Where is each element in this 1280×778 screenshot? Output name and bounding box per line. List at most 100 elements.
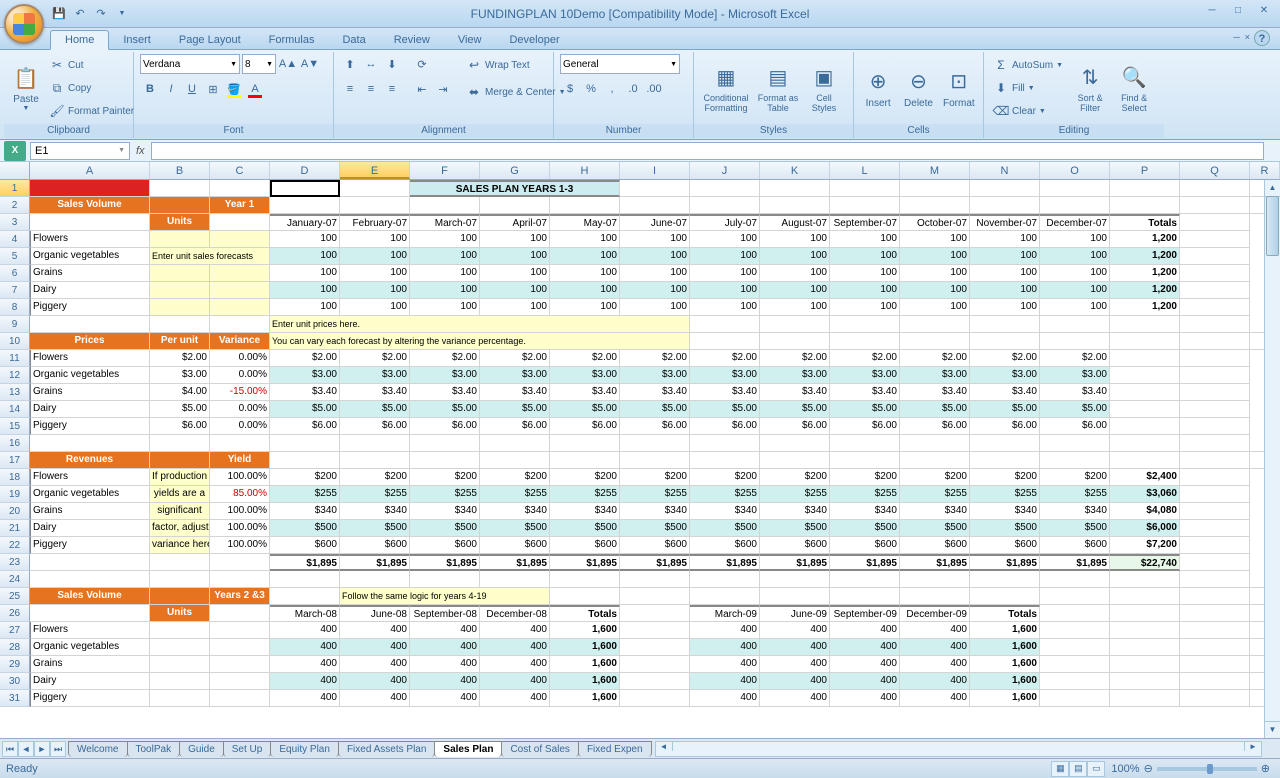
cell[interactable]: $5.00 [410, 401, 480, 418]
cell[interactable] [30, 180, 150, 197]
cell[interactable] [210, 316, 270, 333]
conditional-formatting-button[interactable]: ▦Conditional Formatting [700, 54, 752, 120]
row-header[interactable]: 27 [0, 622, 30, 639]
cell[interactable]: 400 [690, 656, 760, 673]
cell[interactable] [620, 622, 690, 639]
cell[interactable]: 100 [550, 282, 620, 299]
cell[interactable]: $200 [550, 469, 620, 486]
cell[interactable] [210, 435, 270, 452]
zoom-out-button[interactable]: ⊖ [1144, 762, 1153, 775]
cell[interactable] [1180, 197, 1250, 214]
cell[interactable]: 400 [830, 690, 900, 707]
cell[interactable]: 100 [1040, 299, 1110, 316]
cell[interactable]: 100 [410, 282, 480, 299]
cell[interactable] [1180, 486, 1250, 503]
col-header[interactable]: M [900, 162, 970, 179]
cell[interactable] [1040, 435, 1110, 452]
font-size-combo[interactable]: 8▼ [242, 54, 276, 74]
cell[interactable]: 100 [270, 265, 340, 282]
cell[interactable]: 100 [760, 231, 830, 248]
cell[interactable]: $340 [690, 503, 760, 520]
cell[interactable]: 400 [340, 673, 410, 690]
cell[interactable] [1110, 690, 1180, 707]
cell[interactable]: 100 [760, 265, 830, 282]
cell[interactable]: Yield [210, 452, 270, 469]
cell[interactable]: $500 [620, 520, 690, 537]
cell[interactable]: 100 [830, 248, 900, 265]
cell[interactable]: 100 [970, 265, 1040, 282]
cell[interactable]: $5.00 [150, 401, 210, 418]
cell[interactable] [150, 622, 210, 639]
zoom-slider[interactable] [1157, 767, 1257, 771]
align-left-button[interactable]: ≡ [340, 79, 360, 99]
cell[interactable]: SALES PLAN YEARS 1-3 [410, 180, 620, 197]
cell[interactable]: $4,080 [1110, 503, 1180, 520]
cell[interactable]: 400 [690, 622, 760, 639]
row-header[interactable]: 6 [0, 265, 30, 282]
cell[interactable]: 100 [970, 231, 1040, 248]
tab-developer[interactable]: Developer [495, 31, 573, 49]
page-layout-view-button[interactable]: ▤ [1069, 761, 1087, 777]
cell[interactable] [970, 452, 1040, 469]
fill-button[interactable]: ⬇Fill▼ [990, 77, 1066, 99]
cell[interactable]: $200 [970, 469, 1040, 486]
cell[interactable] [30, 554, 150, 571]
cell[interactable] [690, 435, 760, 452]
cell[interactable]: 400 [270, 639, 340, 656]
cell[interactable]: 1,200 [1110, 231, 1180, 248]
cell[interactable]: $1,895 [830, 554, 900, 571]
cell[interactable]: 100 [480, 265, 550, 282]
underline-button[interactable]: U [182, 79, 202, 99]
cell[interactable] [550, 197, 620, 214]
cell[interactable]: 400 [340, 656, 410, 673]
cell[interactable]: $340 [480, 503, 550, 520]
cell[interactable]: $5.00 [690, 401, 760, 418]
cell[interactable] [340, 571, 410, 588]
cell[interactable] [1180, 265, 1250, 282]
cell[interactable] [690, 180, 760, 197]
row-header[interactable]: 19 [0, 486, 30, 503]
cell[interactable] [1110, 656, 1180, 673]
cell[interactable]: 400 [760, 656, 830, 673]
cell[interactable] [1110, 197, 1180, 214]
cell[interactable]: Organic vegetables [30, 367, 150, 384]
col-header[interactable]: K [760, 162, 830, 179]
cell[interactable]: 0.00% [210, 401, 270, 418]
undo-icon[interactable]: ↶ [71, 5, 89, 23]
cell[interactable] [550, 588, 620, 605]
cell[interactable]: 400 [900, 690, 970, 707]
cell[interactable]: $600 [970, 537, 1040, 554]
cell[interactable]: $200 [340, 469, 410, 486]
cell[interactable]: June-09 [760, 605, 830, 622]
cell[interactable]: 400 [900, 673, 970, 690]
cell[interactable]: $5.00 [1040, 401, 1110, 418]
cell[interactable] [1110, 452, 1180, 469]
cell[interactable]: Grains [30, 384, 150, 401]
cell[interactable]: $6.00 [270, 418, 340, 435]
cell[interactable] [620, 690, 690, 707]
cell[interactable]: $5.00 [480, 401, 550, 418]
cell[interactable]: $200 [900, 469, 970, 486]
increase-decimal-button[interactable]: .0 [623, 79, 643, 99]
normal-view-button[interactable]: ▦ [1051, 761, 1069, 777]
cell[interactable]: 100 [900, 265, 970, 282]
row-header[interactable]: 12 [0, 367, 30, 384]
cell[interactable]: $1,895 [760, 554, 830, 571]
cell[interactable]: $3.00 [480, 367, 550, 384]
cell[interactable]: $3.00 [620, 367, 690, 384]
cell[interactable]: 400 [410, 622, 480, 639]
sheet-tab[interactable]: Equity Plan [270, 741, 339, 757]
cell[interactable]: $3.40 [690, 384, 760, 401]
cell[interactable]: $6.00 [620, 418, 690, 435]
cell[interactable] [1180, 452, 1250, 469]
cell[interactable]: 1,600 [550, 673, 620, 690]
cell[interactable]: Flowers [30, 469, 150, 486]
cell[interactable]: $6.00 [1040, 418, 1110, 435]
cell[interactable]: 100 [830, 299, 900, 316]
cell[interactable]: $200 [760, 469, 830, 486]
cell[interactable]: 400 [480, 690, 550, 707]
cell[interactable]: $500 [480, 520, 550, 537]
cell[interactable]: $1,895 [340, 554, 410, 571]
row-header[interactable]: 23 [0, 554, 30, 571]
cell[interactable]: 1,200 [1110, 248, 1180, 265]
